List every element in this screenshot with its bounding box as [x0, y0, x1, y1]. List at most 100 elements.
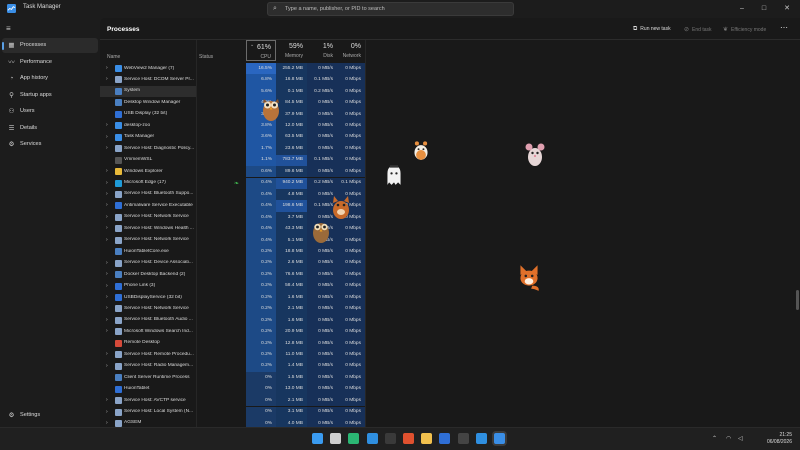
sidebar-item-users[interactable]: ⚇ Users	[2, 104, 98, 119]
settings-nav-item[interactable]: ⚙ Settings	[2, 408, 98, 423]
expand-chevron-icon[interactable]: ›	[106, 202, 108, 208]
scrollbar-thumb[interactable]	[796, 290, 799, 310]
table-row[interactable]: › Docker Desktop Backend (2) 0.2% 76.6 MB 0 …	[100, 269, 365, 281]
column-header-cpu[interactable]: ⌄ 61% CPU	[246, 40, 276, 61]
table-row[interactable]: System 5.6% 0.1 MB 0.2 MB/s 0 Mbps	[100, 85, 365, 98]
volume-icon[interactable]: ◁	[738, 435, 743, 442]
expand-chevron-icon[interactable]: ›	[106, 65, 108, 71]
table-row[interactable]: › desktop-zoo 3.8% 12.0 MB 0 MB/s 0 Mbps	[100, 120, 365, 132]
wifi-icon[interactable]: ◠	[726, 435, 731, 442]
expand-chevron-icon[interactable]: ›	[106, 271, 108, 277]
table-row[interactable]: › Task Manager 3.6% 63.5 MB 0 MB/s 0 Mbps	[100, 131, 365, 144]
windows-start-icon[interactable]	[312, 433, 323, 444]
expand-chevron-icon[interactable]: ›	[106, 420, 108, 426]
table-row[interactable]: Desktop Window Manager4.6%84.5 MB0 MB/s0…	[100, 97, 365, 109]
expand-chevron-icon[interactable]: ›	[106, 351, 108, 357]
sidebar-item-performance[interactable]: 〰 Performance	[2, 55, 98, 70]
expand-chevron-icon[interactable]: ›	[106, 397, 108, 403]
vscode-icon[interactable]	[366, 433, 378, 444]
file-explorer-icon[interactable]	[421, 433, 433, 444]
expand-chevron-icon[interactable]: ›	[106, 134, 108, 140]
app-red-icon[interactable]	[403, 433, 414, 444]
expand-chevron-icon[interactable]: ›	[106, 237, 108, 243]
table-row[interactable]: › Service Host: AVCTP service 0% 2.1 MB 0 MB…	[100, 395, 365, 407]
table-row[interactable]: › Service Host: Remote Procedu... 0.2% 11.0…	[100, 349, 365, 361]
task-view-icon[interactable]	[330, 433, 342, 444]
owl-pet-icon[interactable]	[260, 94, 282, 122]
minimize-button[interactable]: –	[735, 3, 749, 14]
mouse-pet-icon[interactable]	[524, 140, 546, 168]
expand-chevron-icon[interactable]: ›	[106, 214, 108, 220]
table-row[interactable]: › WebView2 Manager (7) 16.5% 255.2 MB 0 MB/s…	[100, 63, 365, 75]
table-row[interactable]: HuionTabletCore.exe 0.2% 18.8 MB 0 MB/s 0 Mb…	[100, 246, 365, 258]
table-row[interactable]: › Phone Link (3) 0.2% 58.4 MB 0 MB/s 0 Mbps	[100, 280, 365, 292]
table-row[interactable]: › Service Host: DCOM Server Pr... 6.8% 16.8…	[100, 74, 365, 86]
terminal-icon[interactable]	[384, 433, 396, 444]
table-row[interactable]: › Service Host: Radio Managem... 0.2% 1.4 M…	[100, 360, 365, 373]
expand-chevron-icon[interactable]: ›	[106, 283, 108, 289]
column-header-network[interactable]: 0% Network	[337, 40, 365, 61]
table-row[interactable]: › Service Host: Device Associati... 0.2% 2.…	[100, 257, 365, 270]
sidebar-item-app-history[interactable]: ◔ App history	[2, 71, 98, 86]
table-row[interactable]: Remote Desktop 0.2% 12.8 MB 0 MB/s 0 Mbps	[100, 337, 365, 350]
expand-chevron-icon[interactable]: ›	[106, 363, 108, 369]
table-row[interactable]: › Service Host: Diagnostic Policy... 1.7% 2…	[100, 143, 365, 155]
column-header-disk[interactable]: 1% Disk	[307, 40, 337, 61]
fox-pet-icon[interactable]	[516, 262, 542, 292]
expand-chevron-icon[interactable]: ›	[106, 317, 108, 323]
app-dark-icon[interactable]	[457, 433, 469, 444]
expand-chevron-icon[interactable]: ›	[106, 191, 108, 197]
table-row[interactable]: › USBDisplayService (32 bit) 0.2% 1.6 MB 0 M…	[100, 292, 365, 304]
clock[interactable]: 21:25 06/08/2026	[767, 432, 792, 446]
run-new-task-button[interactable]: ⧉ Run new task	[633, 26, 671, 33]
expand-chevron-icon[interactable]: ›	[106, 409, 108, 415]
table-row[interactable]: › Microsoft Edge (17) ❧ 0.4% 940.2 MB 0.2 MB/…	[100, 177, 365, 189]
chevron-up-icon[interactable]: ⌃	[712, 435, 717, 442]
expand-chevron-icon[interactable]: ›	[106, 122, 108, 128]
expand-chevron-icon[interactable]: ›	[106, 260, 108, 266]
expand-chevron-icon[interactable]: ›	[106, 328, 108, 334]
expand-chevron-icon[interactable]: ›	[106, 180, 108, 186]
ghost-pet-icon[interactable]	[385, 163, 403, 187]
expand-chevron-icon[interactable]: ›	[106, 225, 108, 231]
column-header-memory[interactable]: 59% Memory	[276, 40, 307, 61]
table-row[interactable]: › Microsoft Windows Search Ind... 0.2% 20.9…	[100, 326, 365, 338]
table-row[interactable]: USB Display (32 bit)3.6%37.9 MB0 MB/s0 M…	[100, 108, 365, 121]
end-task-button[interactable]: ⊘ End task	[684, 26, 712, 33]
hamburger-menu-icon[interactable]: ≡	[6, 24, 16, 33]
table-row[interactable]: › Service Host: Bluetooth Audio ... 0.2% 1.…	[100, 314, 365, 327]
app-blue-icon[interactable]	[439, 433, 451, 444]
table-row[interactable]: › Service Host: Network Service 0.2% 2.1 MB…	[100, 303, 365, 315]
efficiency-mode-button[interactable]: ❦ Efficiency mode	[723, 26, 766, 33]
close-button[interactable]: ✕	[780, 3, 794, 14]
expand-chevron-icon[interactable]: ›	[106, 145, 108, 151]
expand-chevron-icon[interactable]: ›	[106, 76, 108, 82]
table-row[interactable]: › Antimalware Service Executable 0.4% 198.6…	[100, 200, 365, 212]
maximize-button[interactable]: □	[757, 3, 771, 14]
expand-chevron-icon[interactable]: ›	[106, 305, 108, 311]
table-row[interactable]: HuionTablet 0% 13.0 MB 0 MB/s 0 Mbps	[100, 383, 365, 396]
table-row[interactable]: Client Server Runtime Process 0% 1.5 MB 0 M…	[100, 372, 365, 384]
search-input[interactable]	[285, 4, 505, 14]
table-row[interactable]: › Service Host: Bluetooth Suppo... 0.4% 4.8…	[100, 188, 365, 201]
sidebar-item-processes[interactable]: ▦ Processes	[2, 38, 98, 53]
task-manager-icon[interactable]	[494, 433, 505, 444]
expand-chevron-icon[interactable]: ›	[106, 294, 108, 300]
table-row[interactable]: VmmemWSL 1.1% 783.7 MB 0.1 MB/s 0 Mbps	[100, 154, 365, 167]
sidebar-item-startup-apps[interactable]: ⚲ Startup apps	[2, 88, 98, 103]
cat-pet-icon[interactable]	[330, 192, 352, 220]
column-header-name[interactable]: Name	[107, 54, 120, 60]
column-header-status[interactable]: Status	[199, 54, 213, 60]
table-row[interactable]: › Service Host: Local System (N... 0% 3.1 M…	[100, 406, 365, 418]
expand-chevron-icon[interactable]: ›	[106, 168, 108, 174]
owl-pet-icon-2[interactable]	[310, 216, 332, 244]
hamster-pet-icon[interactable]	[412, 138, 430, 162]
sidebar-item-services[interactable]: ⚙ Services	[2, 137, 98, 152]
search-box[interactable]: ⌕	[267, 2, 514, 16]
table-row[interactable]: › Windows Explorer 0.6% 89.6 MB 0 MB/s 0 Mbps	[100, 166, 365, 178]
edge-browser-icon[interactable]	[348, 433, 360, 444]
sidebar-item-details[interactable]: ☰ Details	[2, 121, 98, 136]
more-options-icon[interactable]: ⋯	[780, 23, 788, 32]
mail-icon[interactable]	[475, 433, 487, 444]
table-row[interactable]: › AGSEM 0% 4.0 MB 0 MB/s 0 Mbps	[100, 417, 365, 427]
